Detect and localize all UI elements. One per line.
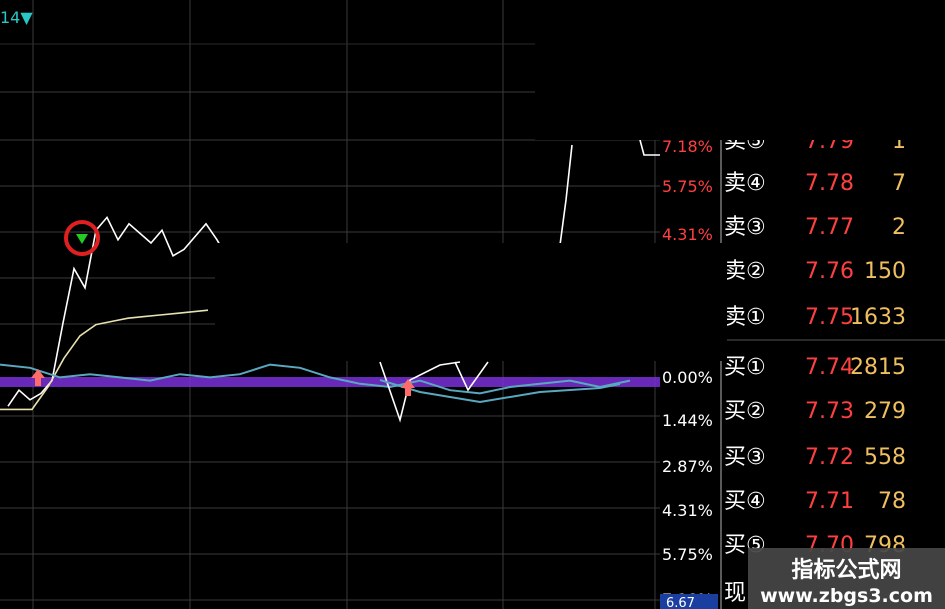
ask-label: 卖② [724, 259, 766, 284]
bid-label: 买① [724, 355, 766, 380]
ask-price: 7.78 [805, 171, 854, 196]
watermark: 指标公式网 www.zbgs3.com [748, 548, 945, 609]
bid-volume: 2815 [850, 355, 906, 380]
chart-stage: 7.18% 5.75% 4.31% 0.00% 1.44% 2.87% 4.31% 5.75%… [0, 0, 945, 609]
series-line-1-tail [639, 139, 660, 156]
y-axis-label-upper: 4.31% [662, 225, 713, 244]
sell-arrow-icon [76, 234, 88, 244]
y-axis-label-lower: 2.87% [662, 457, 713, 476]
bid-volume: 558 [864, 445, 906, 470]
bid-volume: 279 [864, 399, 906, 424]
ask-volume: 150 [864, 259, 906, 284]
series-line-2 [0, 309, 209, 411]
y-axis-label-lower: 1.44% [662, 411, 713, 430]
ask-volume: 7 [892, 171, 906, 196]
bid-label: 买② [724, 399, 766, 424]
ask-volume: 2 [892, 215, 906, 240]
bid-price: 7.72 [805, 445, 854, 470]
indicator-label: 14▼ [0, 8, 33, 27]
ask-label: 卖③ [724, 215, 766, 240]
current-value: 6.67 [666, 596, 695, 609]
y-axis-label-upper: 5.75% [662, 177, 713, 196]
bid-label: 买④ [724, 489, 766, 514]
bid-price: 7.71 [805, 489, 854, 514]
y-axis-label-lower: 0.00% [662, 368, 713, 387]
y-axis-label-lower: 5.75% [662, 545, 713, 564]
bid-label: 买③ [724, 445, 766, 470]
redaction-top-right [535, 0, 945, 140]
panel-divider [720, 140, 722, 609]
ask-label: 卖④ [724, 171, 766, 196]
ask-label: 卖① [724, 305, 766, 330]
ask-price: 7.75 [805, 305, 854, 330]
watermark-title: 指标公式网 [791, 558, 902, 583]
redaction-middle [215, 243, 727, 361]
y-axis-label-lower: 4.31% [662, 501, 713, 520]
bid-price: 7.74 [805, 355, 854, 380]
bid-price: 7.73 [805, 399, 854, 424]
current-label: 现 [724, 581, 746, 606]
watermark-url: www.zbgs3.com [760, 585, 933, 607]
series-line-1-tail [559, 144, 573, 246]
ask-volume: 1633 [850, 305, 906, 330]
bid-volume: 78 [878, 489, 906, 514]
ask-price: 7.76 [805, 259, 854, 284]
ask-price: 7.77 [805, 215, 854, 240]
